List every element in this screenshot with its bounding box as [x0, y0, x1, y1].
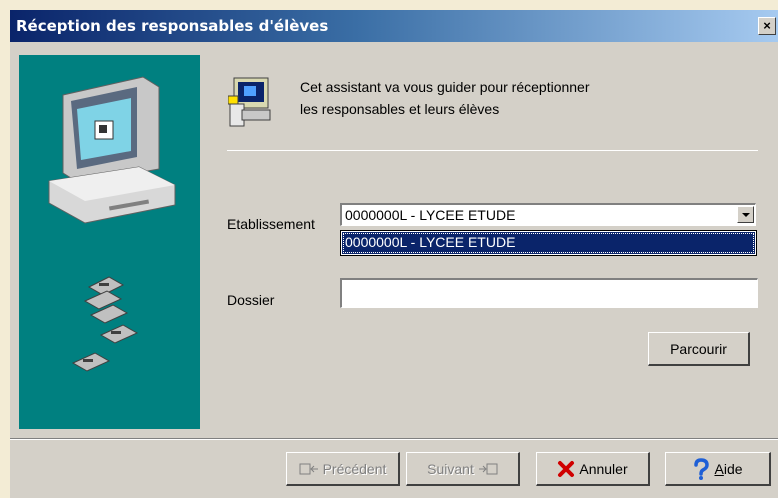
- etablissement-dropdown-list: 0000000L - LYCEE ETUDE: [340, 230, 757, 256]
- intro-line-1: Cet assistant va vous guider pour récept…: [300, 79, 590, 95]
- computer-icon: [48, 76, 176, 224]
- blue-question-icon: [692, 457, 710, 480]
- precedent-label: Précédent: [322, 460, 387, 477]
- title-bar[interactable]: Réception des responsables d'élèves ×: [10, 10, 778, 42]
- header-separator: [227, 150, 758, 151]
- aide-accelerator: A: [714, 460, 724, 477]
- precedent-button[interactable]: Précédent: [286, 452, 400, 486]
- wizard-computer-icon: [228, 76, 272, 128]
- annuler-label: Annuler: [579, 460, 628, 477]
- chevron-down-icon[interactable]: [737, 206, 754, 223]
- window-title: Réception des responsables d'élèves: [16, 17, 329, 35]
- etablissement-label: Etablissement: [227, 216, 315, 232]
- back-arrow-icon: [299, 463, 319, 475]
- aide-button[interactable]: Aide: [665, 452, 771, 486]
- wizard-side-panel: [19, 55, 200, 429]
- annuler-button[interactable]: Annuler: [536, 452, 650, 486]
- floppy-disk-icon: [71, 276, 139, 372]
- red-x-icon: [557, 460, 575, 478]
- dossier-input[interactable]: [340, 278, 758, 308]
- wizard-window: Réception des responsables d'élèves × Ce…: [10, 10, 778, 498]
- suivant-button[interactable]: Suivant: [406, 452, 520, 486]
- dossier-label: Dossier: [227, 292, 275, 308]
- aide-label: Aide: [714, 461, 742, 477]
- forward-arrow-icon: [478, 463, 498, 475]
- dropdown-option[interactable]: 0000000L - LYCEE ETUDE: [342, 232, 755, 254]
- parcourir-label: Parcourir: [670, 340, 727, 357]
- footer-separator: [10, 438, 778, 439]
- etablissement-value: 0000000L - LYCEE ETUDE: [345, 207, 516, 223]
- intro-line-2: les responsables et leurs élèves: [300, 101, 500, 117]
- aide-label-rest: ide: [723, 460, 743, 477]
- parcourir-button[interactable]: Parcourir: [648, 332, 750, 366]
- close-button[interactable]: ×: [758, 17, 776, 35]
- intro-text: Cet assistant va vous guider pour récept…: [300, 76, 720, 120]
- etablissement-select[interactable]: 0000000L - LYCEE ETUDE: [340, 203, 756, 226]
- suivant-label: Suivant: [427, 460, 474, 477]
